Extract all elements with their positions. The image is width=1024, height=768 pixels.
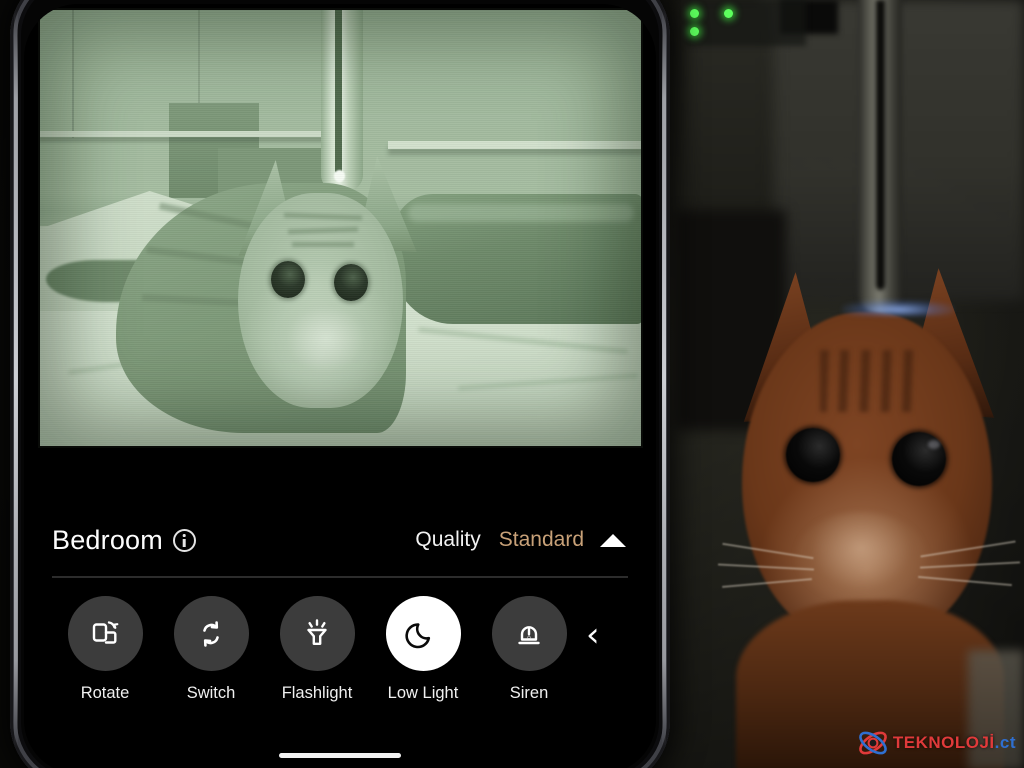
action-rotate[interactable]: Rotate xyxy=(52,596,158,703)
info-circle-icon[interactable] xyxy=(172,528,196,552)
feed-blanket-fold xyxy=(408,204,634,222)
rotate-screen-icon xyxy=(92,620,119,644)
camera-feed[interactable] xyxy=(38,8,643,448)
feed-wall-rail xyxy=(388,141,643,149)
action-switch-bubble[interactable] xyxy=(173,596,249,671)
feed-lamp-slot xyxy=(335,8,342,174)
phone-device: Bedroom Quality Standard Rotate Switch F… xyxy=(10,0,670,768)
action-flashlight-bubble[interactable] xyxy=(279,596,355,671)
background-led-panel xyxy=(686,0,806,46)
action-siren[interactable]: Siren xyxy=(476,596,582,703)
phone-rail-left xyxy=(14,10,18,748)
feed-cat-stripe xyxy=(292,242,354,247)
watermark-suffix: .ct xyxy=(994,733,1016,752)
led-indicator-3 xyxy=(724,9,733,18)
action-low-light-label: Low Light xyxy=(387,684,459,702)
action-rotate-bubble[interactable] xyxy=(67,596,143,671)
phone-screen: Bedroom Quality Standard Rotate Switch F… xyxy=(24,4,656,768)
action-row: Rotate Switch Flashlight Low Light Siren… xyxy=(38,596,642,726)
background-cat xyxy=(700,250,1024,768)
camera-name-group[interactable]: Bedroom xyxy=(52,525,196,556)
background-rim-light xyxy=(842,300,954,316)
action-siren-bubble[interactable] xyxy=(491,596,567,671)
feed-lamp-pole xyxy=(321,8,363,191)
quality-label: Quality xyxy=(415,528,481,551)
feed-wall-seam xyxy=(72,8,74,138)
phone-rail-right xyxy=(662,10,666,748)
siren-alarm-icon xyxy=(518,625,540,644)
action-switch-label: Switch xyxy=(186,684,236,702)
watermark: TEKNOLOJİ .ct xyxy=(857,726,1016,760)
cat-muzzle xyxy=(796,512,926,602)
quality-value[interactable]: Standard xyxy=(499,528,584,552)
background-lamp-slot xyxy=(876,0,885,290)
led-indicator-1 xyxy=(690,9,699,18)
switch-camera-icon xyxy=(203,620,219,647)
action-flashlight-label: Flashlight xyxy=(281,684,353,702)
screenshot-stage: Bedroom Quality Standard Rotate Switch F… xyxy=(0,0,1024,768)
feed-lamp-glint xyxy=(334,170,345,182)
camera-name-label: Bedroom xyxy=(52,524,163,555)
caret-up-icon[interactable] xyxy=(600,533,626,547)
feed-wall-rail xyxy=(38,131,328,137)
action-siren-label: Siren xyxy=(509,684,549,702)
action-switch[interactable]: Switch xyxy=(158,596,264,703)
cat-eye-left xyxy=(786,428,840,482)
feed-cat-muzzle xyxy=(278,308,374,380)
cat-eye-glint xyxy=(928,440,940,449)
camera-info-row: Bedroom Quality Standard xyxy=(38,504,642,576)
section-divider xyxy=(52,576,628,578)
moon-icon xyxy=(405,622,431,648)
teknoloji-logo-icon xyxy=(859,731,887,755)
watermark-brand: TEKNOLOJİ xyxy=(892,733,995,752)
action-low-light-bubble[interactable] xyxy=(385,596,461,671)
cat-forehead-stripes xyxy=(820,350,930,412)
chevron-left-icon[interactable]: ‹ xyxy=(586,618,600,652)
action-low-light[interactable]: Low Light xyxy=(370,596,476,703)
feed-cat-eye-right xyxy=(334,264,368,301)
led-indicator-2 xyxy=(690,27,699,36)
action-flashlight[interactable]: Flashlight xyxy=(264,596,370,703)
home-indicator[interactable] xyxy=(279,753,401,758)
feed-cat-eye-left xyxy=(271,261,305,298)
action-rotate-label: Rotate xyxy=(80,684,130,702)
flashlight-icon xyxy=(307,618,327,645)
